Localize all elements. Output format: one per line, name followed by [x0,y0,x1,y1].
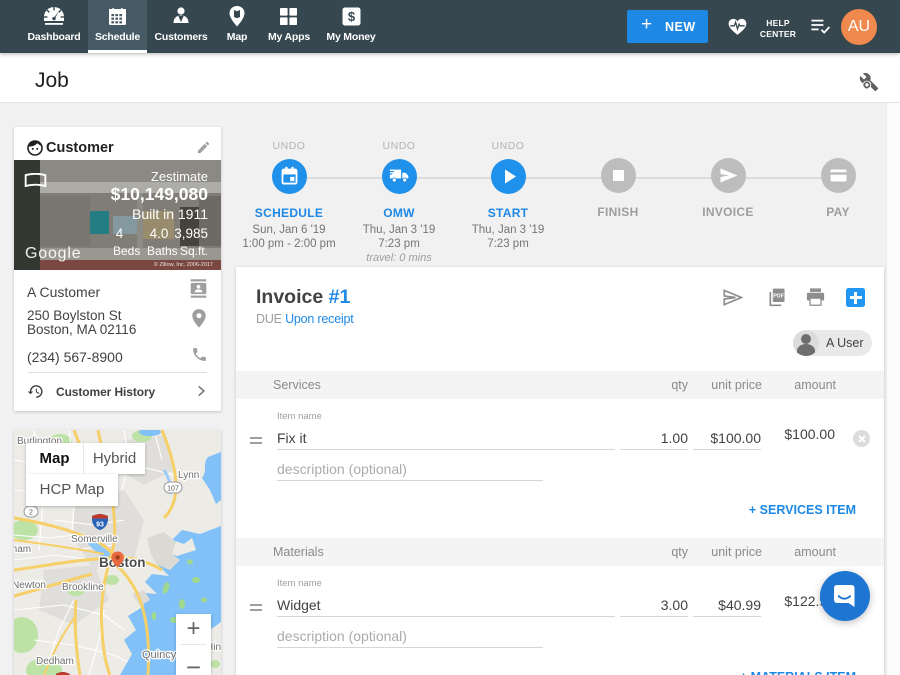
svg-text:Dedham: Dedham [36,656,74,667]
svg-text:93: 93 [96,522,104,529]
svg-text:Lynn: Lynn [178,470,199,481]
svg-text:Quincy: Quincy [142,649,177,661]
svg-text:PDF: PDF [773,293,785,299]
svg-text:Newton: Newton [14,580,46,591]
svg-text:Waltham: Waltham [14,544,31,555]
svg-text:$: $ [348,9,356,24]
svg-text:107: 107 [167,486,179,493]
svg-text:2: 2 [29,510,33,517]
svg-text:Brookline: Brookline [62,582,104,593]
svg-text:Somerville: Somerville [71,534,118,545]
